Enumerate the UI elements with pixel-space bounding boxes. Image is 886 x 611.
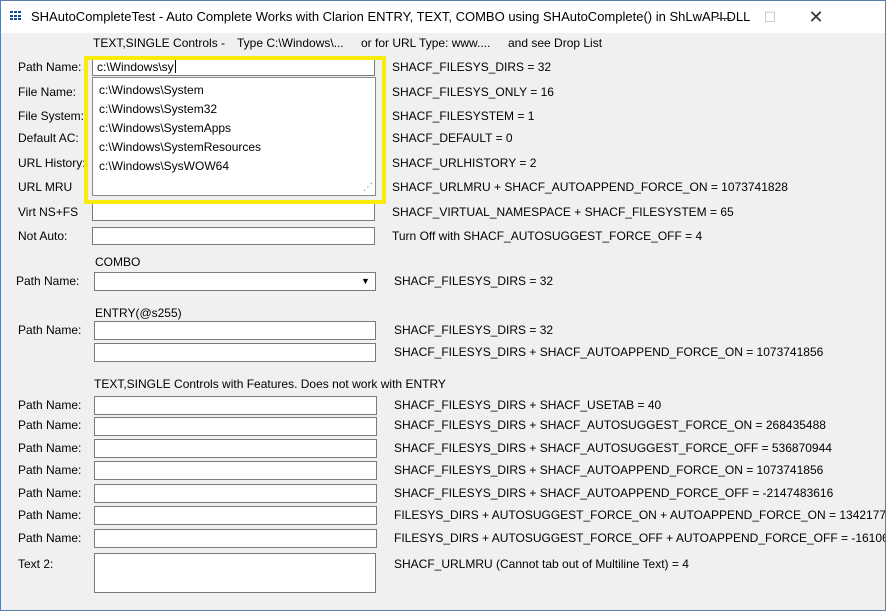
autocomplete-item[interactable]: c:\Windows\System <box>99 83 204 97</box>
entry-path-label: Path Name: <box>18 323 82 337</box>
feature-input[interactable] <box>94 439 377 458</box>
text-caret <box>174 60 176 73</box>
text2-desc: SHACF_URLMRU (Cannot tab out of Multilin… <box>394 557 689 571</box>
features-heading: TEXT,SINGLE Controls with Features. Does… <box>94 377 446 391</box>
autocomplete-item[interactable]: c:\Windows\SystemResources <box>99 140 261 154</box>
text2-label: Text 2: <box>18 557 54 571</box>
not-auto-label: Not Auto: <box>18 229 68 243</box>
file-name-desc: SHACF_FILESYS_ONLY = 16 <box>392 85 554 99</box>
feature-path-label: Path Name: <box>18 398 82 412</box>
autocomplete-dropdown[interactable]: c:\Windows\System c:\Windows\System32 c:… <box>92 77 376 196</box>
client-area: TEXT,SINGLE Controls - Type C:\Windows\.… <box>1 33 885 610</box>
feature-desc: SHACF_FILESYS_DIRS + SHACF_AUTOSUGGEST_F… <box>394 441 832 455</box>
feature-input[interactable] <box>94 417 377 436</box>
title-bar[interactable]: SHAutoCompleteTest - Auto Complete Works… <box>1 1 885 33</box>
feature-input[interactable] <box>94 396 377 415</box>
not-auto-input[interactable] <box>92 227 375 245</box>
minimize-button[interactable]: — <box>701 1 747 33</box>
feature-desc: SHACF_FILESYS_DIRS + SHACF_USETAB = 40 <box>394 398 662 412</box>
app-window: SHAutoCompleteTest - Auto Complete Works… <box>0 0 886 611</box>
entry-desc-1: SHACF_FILESYS_DIRS = 32 <box>394 323 554 337</box>
url-history-label: URL History: <box>18 156 86 170</box>
feature-input[interactable] <box>94 484 377 503</box>
feature-desc: SHACF_FILESYS_DIRS + SHACF_AUTOAPPEND_FO… <box>394 486 834 500</box>
chevron-down-icon[interactable]: ▼ <box>358 274 373 289</box>
path-name-label: Path Name: <box>18 60 82 74</box>
entry-heading: ENTRY(@s255) <box>95 306 182 320</box>
default-ac-label: Default AC: <box>18 131 79 145</box>
feature-desc: FILESYS_DIRS + AUTOSUGGEST_FORCE_ON + AU… <box>394 508 886 522</box>
entry-desc-2: SHACF_FILESYS_DIRS + SHACF_AUTOAPPEND_FO… <box>394 345 824 359</box>
path-name-input[interactable]: c:\Windows\sy <box>92 58 375 76</box>
app-icon[interactable] <box>10 11 22 21</box>
combo-heading: COMBO <box>95 255 141 269</box>
combo-desc: SHACF_FILESYS_DIRS = 32 <box>394 274 554 288</box>
feature-desc: FILESYS_DIRS + AUTOSUGGEST_FORCE_OFF + A… <box>394 531 886 545</box>
path-name-desc: SHACF_FILESYS_DIRS = 32 <box>392 60 552 74</box>
text2-textarea[interactable] <box>94 553 376 593</box>
resize-grip-icon[interactable]: ⋰ <box>363 182 373 193</box>
feature-input[interactable] <box>94 506 377 525</box>
autocomplete-item[interactable]: c:\Windows\SystemApps <box>99 121 231 135</box>
feature-path-label: Path Name: <box>18 486 82 500</box>
feature-path-label: Path Name: <box>18 531 82 545</box>
heading-url-hint: or for URL Type: www.... <box>361 36 491 50</box>
not-auto-desc: Turn Off with SHACF_AUTOSUGGEST_FORCE_OF… <box>392 229 703 243</box>
feature-path-label: Path Name: <box>18 508 82 522</box>
default-ac-desc: SHACF_DEFAULT = 0 <box>392 131 513 145</box>
path-name-value: c:\Windows\sy <box>97 60 174 74</box>
window-title: SHAutoCompleteTest - Auto Complete Works… <box>31 9 751 24</box>
entry-input-1[interactable] <box>94 321 376 340</box>
virt-ns-fs-desc: SHACF_VIRTUAL_NAMESPACE + SHACF_FILESYST… <box>392 205 734 219</box>
heading-type-hint: Type C:\Windows\... <box>237 36 344 50</box>
url-history-desc: SHACF_URLHISTORY = 2 <box>392 156 537 170</box>
heading-drop-list-hint: and see Drop List <box>508 36 603 50</box>
combo-path-label: Path Name: <box>16 274 80 288</box>
autocomplete-item[interactable]: c:\Windows\System32 <box>99 102 217 116</box>
url-mru-desc: SHACF_URLMRU + SHACF_AUTOAPPEND_FORCE_ON… <box>392 180 788 194</box>
feature-desc: SHACF_FILESYS_DIRS + SHACF_AUTOSUGGEST_F… <box>394 418 826 432</box>
close-button[interactable]: ✕ <box>793 1 839 33</box>
virt-ns-fs-input[interactable] <box>92 203 375 221</box>
maximize-button[interactable]: ☐ <box>747 1 793 33</box>
feature-desc: SHACF_FILESYS_DIRS + SHACF_AUTOAPPEND_FO… <box>394 463 824 477</box>
feature-input[interactable] <box>94 461 377 480</box>
entry-input-2[interactable] <box>94 343 376 362</box>
virt-ns-fs-label: Virt NS+FS <box>18 205 79 219</box>
file-name-label: File Name: <box>18 85 77 99</box>
feature-input[interactable] <box>94 529 377 548</box>
file-system-desc: SHACF_FILESYSTEM = 1 <box>392 109 535 123</box>
section-heading-text-single: TEXT,SINGLE Controls - <box>93 36 226 50</box>
feature-path-label: Path Name: <box>18 418 82 432</box>
feature-path-label: Path Name: <box>18 441 82 455</box>
autocomplete-item[interactable]: c:\Windows\SysWOW64 <box>99 159 229 173</box>
url-mru-label: URL MRU <box>18 180 73 194</box>
path-name-combo[interactable]: ▼ <box>94 272 376 291</box>
file-system-label: File System: <box>18 109 85 123</box>
feature-path-label: Path Name: <box>18 463 82 477</box>
